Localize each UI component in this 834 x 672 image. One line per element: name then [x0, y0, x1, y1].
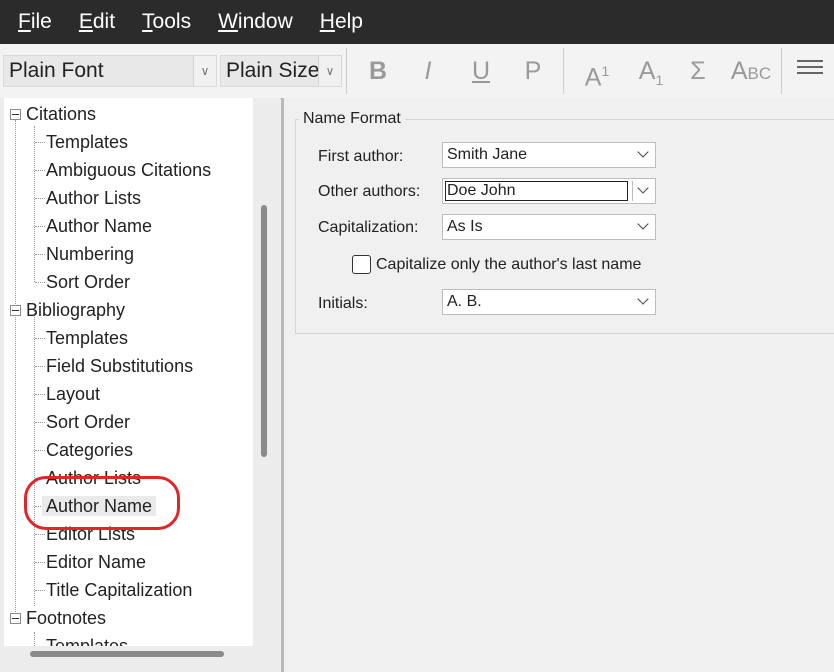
- tree-connector: [35, 590, 45, 591]
- first-author-value: Smith Jane: [447, 146, 528, 163]
- menu-file[interactable]: File: [8, 0, 61, 44]
- first-author-select[interactable]: Smith Jane: [442, 142, 656, 168]
- tree-node-bibliography-title-capitalization[interactable]: Title Capitalization: [46, 576, 192, 604]
- tree-node-bibliography[interactable]: Bibliography: [26, 296, 125, 324]
- chevron-down-icon[interactable]: ∨: [318, 56, 341, 86]
- tree-node-citations[interactable]: Citations: [26, 100, 96, 128]
- tree-node-citations-numbering[interactable]: Numbering: [46, 240, 134, 268]
- tree-node-bibliography-templates[interactable]: Templates: [46, 324, 128, 352]
- font-select-value: Plain Font: [9, 59, 104, 82]
- tree-node-bibliography-layout[interactable]: Layout: [46, 380, 100, 408]
- tree-node-citations-author-name[interactable]: Author Name: [46, 212, 152, 240]
- align-left-icon[interactable]: [797, 60, 823, 82]
- tree-connector: [34, 632, 35, 646]
- tree-node-citations-author-lists[interactable]: Author Lists: [46, 184, 141, 212]
- first-author-label: First author:: [318, 148, 404, 165]
- tree-connector: [35, 422, 45, 423]
- tree-connector: [35, 226, 45, 227]
- tree-connector: [35, 366, 45, 367]
- tree-node-bibliography-categories[interactable]: Categories: [46, 436, 133, 464]
- tree-connector: [35, 450, 45, 451]
- format-toolbar: Plain Font ∨ Plain Size ∨ B I U P A1 A1 …: [0, 44, 834, 99]
- italic-button[interactable]: I: [408, 52, 448, 90]
- collapse-icon[interactable]: [10, 305, 21, 316]
- tree-node-bibliography-field-substitutions[interactable]: Field Substitutions: [46, 352, 193, 380]
- bold-button[interactable]: B: [358, 52, 398, 90]
- tree-connector: [34, 126, 35, 282]
- tree-connector: [35, 282, 45, 283]
- size-select-value: Plain Size: [226, 59, 320, 82]
- chevron-down-icon[interactable]: [637, 218, 649, 230]
- collapse-icon[interactable]: [10, 613, 21, 624]
- tree-node-bibliography-sort-order[interactable]: Sort Order: [46, 408, 130, 436]
- name-format-title: Name Format: [299, 110, 405, 128]
- chevron-down-icon[interactable]: ∨: [193, 56, 216, 86]
- tree-node-footnotes-templates[interactable]: Templates: [46, 632, 128, 646]
- menu-bar: File Edit Tools Window Help: [0, 0, 834, 44]
- capitalization-select[interactable]: As Is: [442, 214, 656, 240]
- tree-connector: [35, 394, 45, 395]
- tree-node-citations-sort-order[interactable]: Sort Order: [46, 268, 130, 296]
- focus-rectangle: [445, 181, 628, 201]
- style-tree: Citations Templates Ambiguous Citations …: [4, 98, 253, 646]
- superscript-button[interactable]: A1: [577, 52, 617, 91]
- tree-node-footnotes[interactable]: Footnotes: [26, 604, 106, 632]
- annotation-highlight-oval: [24, 476, 180, 530]
- capitalization-value: As Is: [447, 218, 483, 235]
- tree-connector: [35, 534, 45, 535]
- name-format-panel: Name Format First author: Smith Jane Oth…: [284, 98, 834, 672]
- tree-connector: [35, 254, 45, 255]
- collapse-icon[interactable]: [10, 109, 21, 120]
- chevron-down-icon[interactable]: [637, 293, 649, 305]
- subscript-button[interactable]: A1: [631, 52, 671, 90]
- initials-label: Initials:: [318, 295, 368, 312]
- plain-button[interactable]: P: [513, 52, 553, 90]
- menu-help[interactable]: Help: [311, 0, 372, 44]
- menu-edit[interactable]: Edit: [70, 0, 124, 44]
- tree-horizontal-scrollbar[interactable]: [30, 651, 224, 657]
- menu-window[interactable]: Window: [209, 0, 302, 44]
- initials-value: A. B.: [447, 293, 482, 310]
- toolbar-separator: [781, 48, 782, 94]
- other-authors-label: Other authors:: [318, 183, 421, 200]
- tree-connector: [35, 198, 45, 199]
- initials-select[interactable]: A. B.: [442, 289, 656, 315]
- font-select[interactable]: Plain Font ∨: [3, 55, 217, 87]
- other-authors-select[interactable]: Doe John: [442, 178, 656, 204]
- sigma-button[interactable]: Σ: [678, 52, 718, 90]
- tree-connector: [35, 562, 45, 563]
- capitalize-last-name-checkbox[interactable]: [352, 255, 371, 274]
- capitalize-last-name-label[interactable]: Capitalize only the author's last name: [376, 256, 641, 274]
- tree-node-citations-templates[interactable]: Templates: [46, 128, 128, 156]
- size-select[interactable]: Plain Size ∨: [220, 55, 342, 87]
- dropdown-divider: [632, 181, 633, 201]
- tree-vertical-scrollbar[interactable]: [261, 205, 267, 457]
- underline-button[interactable]: U: [461, 52, 501, 90]
- tree-connector: [35, 338, 45, 339]
- tree-connector: [35, 170, 45, 171]
- chevron-down-icon[interactable]: [637, 182, 649, 194]
- toolbar-separator: [563, 48, 564, 94]
- toolbar-separator: [346, 48, 347, 94]
- tree-node-bibliography-editor-name[interactable]: Editor Name: [46, 548, 146, 576]
- capitalization-label: Capitalization:: [318, 219, 419, 236]
- small-caps-button[interactable]: ABC: [729, 52, 773, 90]
- tree-node-citations-ambiguous[interactable]: Ambiguous Citations: [46, 156, 211, 184]
- tree-connector: [15, 120, 16, 618]
- chevron-down-icon[interactable]: [637, 146, 649, 158]
- menu-tools[interactable]: Tools: [133, 0, 200, 44]
- style-tree-panel: Citations Templates Ambiguous Citations …: [0, 98, 280, 672]
- tree-connector: [35, 142, 45, 143]
